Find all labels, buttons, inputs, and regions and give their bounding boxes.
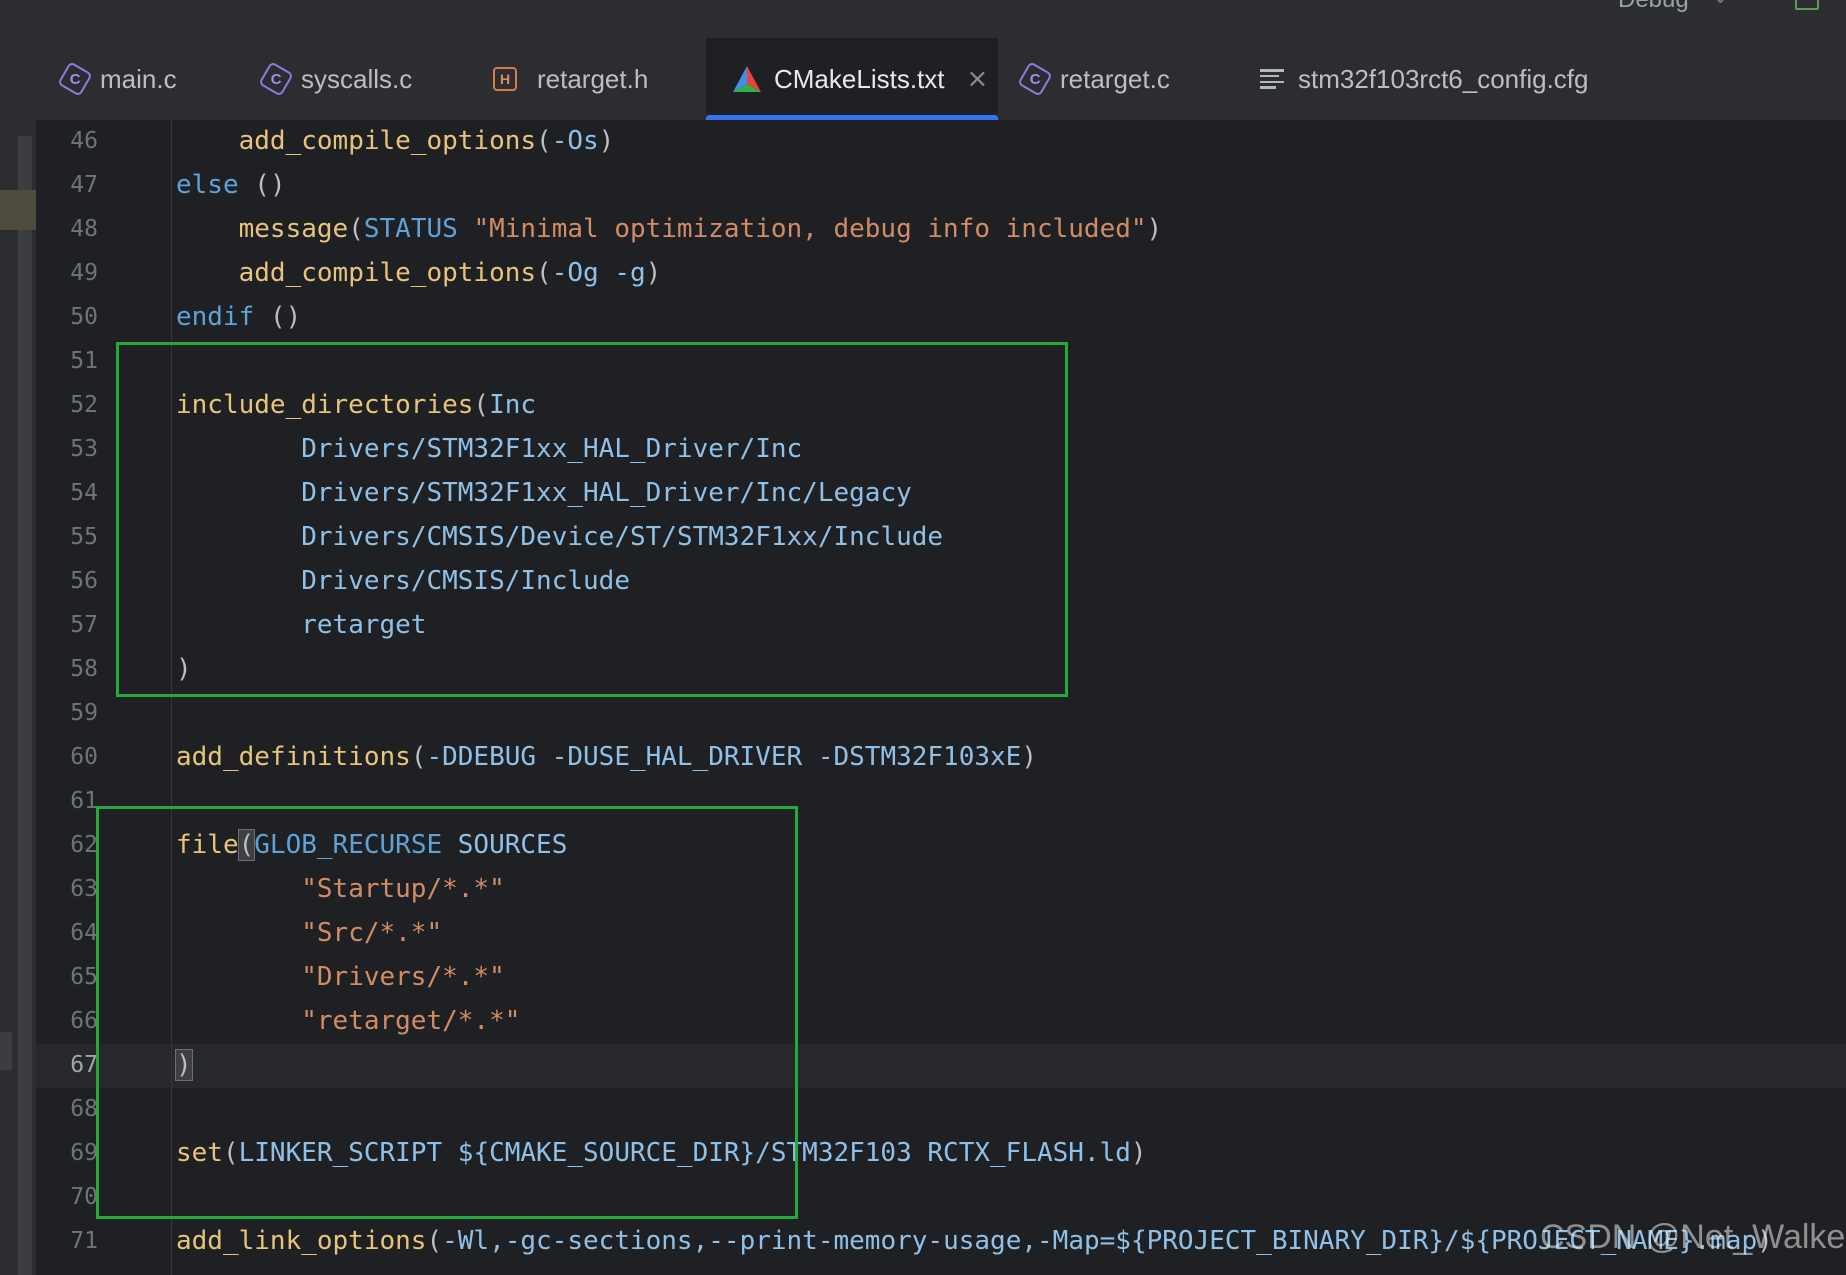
- top-toolbar: Debug ⌄: [0, 0, 1846, 38]
- line-number: 51: [70, 348, 98, 374]
- line-number: 63: [70, 876, 98, 902]
- watermark: CSDN @Net_Walke: [1540, 1218, 1846, 1256]
- tab-retarget-h[interactable]: H retarget.h: [493, 38, 648, 120]
- code-line[interactable]: file(GLOB_RECURSE SOURCES: [176, 829, 567, 861]
- scroll-marker: [0, 1032, 12, 1070]
- code-line[interactable]: include_directories(Inc: [176, 390, 536, 420]
- tab-syscalls-c[interactable]: C syscalls.c: [258, 38, 413, 120]
- tab-label: retarget.c: [1060, 63, 1170, 94]
- code-line[interactable]: Drivers/CMSIS/Device/ST/STM32F1xx/Includ…: [176, 522, 943, 552]
- code-line[interactable]: "retarget/*.*": [176, 1006, 520, 1036]
- indent-guide: [171, 120, 172, 1275]
- editor-tab-bar: C main.c C syscalls.c H retarget.h CMake…: [0, 38, 1846, 120]
- code-line[interactable]: add_compile_options(-Os): [176, 126, 615, 156]
- code-line[interactable]: "Src/*.*": [176, 918, 442, 948]
- code-line[interactable]: ): [176, 654, 192, 684]
- code-line[interactable]: Drivers/STM32F1xx_HAL_Driver/Inc/Legacy: [176, 478, 912, 508]
- code-line[interactable]: Drivers/CMSIS/Include: [176, 566, 630, 596]
- tab-label: retarget.h: [537, 63, 649, 94]
- code-line[interactable]: else (): [176, 170, 286, 200]
- vertical-scrollbar[interactable]: [18, 136, 32, 1275]
- line-number: 46: [70, 128, 98, 154]
- c-file-icon: C: [258, 61, 294, 97]
- line-number: 66: [70, 1008, 98, 1034]
- line-number: 64: [70, 920, 98, 946]
- tab-label: main.c: [100, 63, 177, 94]
- line-number: 67: [70, 1052, 98, 1078]
- current-line-highlight: [36, 1044, 1846, 1088]
- line-number: 71: [70, 1228, 98, 1254]
- c-file-icon: C: [1017, 61, 1053, 97]
- bookmark-marker: [0, 190, 36, 230]
- code-editor[interactable]: 46 47 48 49 50 51 52 53 54 55 56 57 58 5…: [0, 120, 1846, 1275]
- line-number: 58: [70, 656, 98, 682]
- tab-stm32f103rct6-config-cfg[interactable]: stm32f103rct6_config.cfg: [1260, 38, 1589, 120]
- c-file-icon: C: [57, 61, 93, 97]
- line-number: 69: [70, 1140, 98, 1166]
- tab-label: stm32f103rct6_config.cfg: [1298, 63, 1589, 94]
- code-line[interactable]: "Drivers/*.*": [176, 962, 505, 992]
- line-number: 60: [70, 744, 98, 770]
- line-number: 54: [70, 480, 98, 506]
- code-line[interactable]: ): [175, 1049, 193, 1081]
- line-number: 65: [70, 964, 98, 990]
- line-number: 48: [70, 216, 98, 242]
- code-line[interactable]: set(LINKER_SCRIPT ${CMAKE_SOURCE_DIR}/ST…: [176, 1138, 1147, 1168]
- line-number: 61: [70, 788, 98, 814]
- code-line[interactable]: Drivers/STM32F1xx_HAL_Driver/Inc: [176, 434, 802, 464]
- line-number: 57: [70, 612, 98, 638]
- build-icon[interactable]: [1795, 0, 1819, 10]
- line-number: 59: [70, 700, 98, 726]
- tab-label: syscalls.c: [301, 63, 413, 94]
- code-line[interactable]: endif (): [176, 302, 301, 332]
- line-number: 49: [70, 260, 98, 286]
- code-line[interactable]: add_compile_options(-Og -g): [176, 258, 662, 288]
- tab-cmakelists-txt[interactable]: CMakeLists.txt ×: [706, 38, 998, 120]
- run-config-selector[interactable]: Debug: [1618, 0, 1689, 14]
- line-number: 52: [70, 392, 98, 418]
- text-file-icon: [1260, 69, 1284, 89]
- tab-main-c[interactable]: C main.c: [57, 38, 177, 120]
- cmake-icon: [733, 66, 761, 92]
- code-line[interactable]: "Startup/*.*": [176, 874, 505, 904]
- close-tab-icon[interactable]: ×: [967, 64, 989, 94]
- line-number: 62: [70, 832, 98, 858]
- tab-retarget-c[interactable]: C retarget.c: [1017, 38, 1170, 120]
- code-line[interactable]: add_link_options(-Wl,-gc-sections,--prin…: [176, 1226, 1773, 1256]
- line-number: 68: [70, 1096, 98, 1122]
- line-number: 55: [70, 524, 98, 550]
- tab-label: CMakeLists.txt: [774, 63, 945, 94]
- line-number: 53: [70, 436, 98, 462]
- line-number: 47: [70, 172, 98, 198]
- code-line[interactable]: message(STATUS "Minimal optimization, de…: [176, 214, 1163, 244]
- line-number: 56: [70, 568, 98, 594]
- line-number: 50: [70, 304, 98, 330]
- line-number: 70: [70, 1184, 98, 1210]
- code-line[interactable]: add_definitions(-DDEBUG -DUSE_HAL_DRIVER…: [176, 742, 1037, 772]
- code-line[interactable]: retarget: [176, 610, 426, 640]
- header-file-icon: H: [493, 67, 517, 91]
- chevron-down-icon[interactable]: ⌄: [1712, 0, 1729, 8]
